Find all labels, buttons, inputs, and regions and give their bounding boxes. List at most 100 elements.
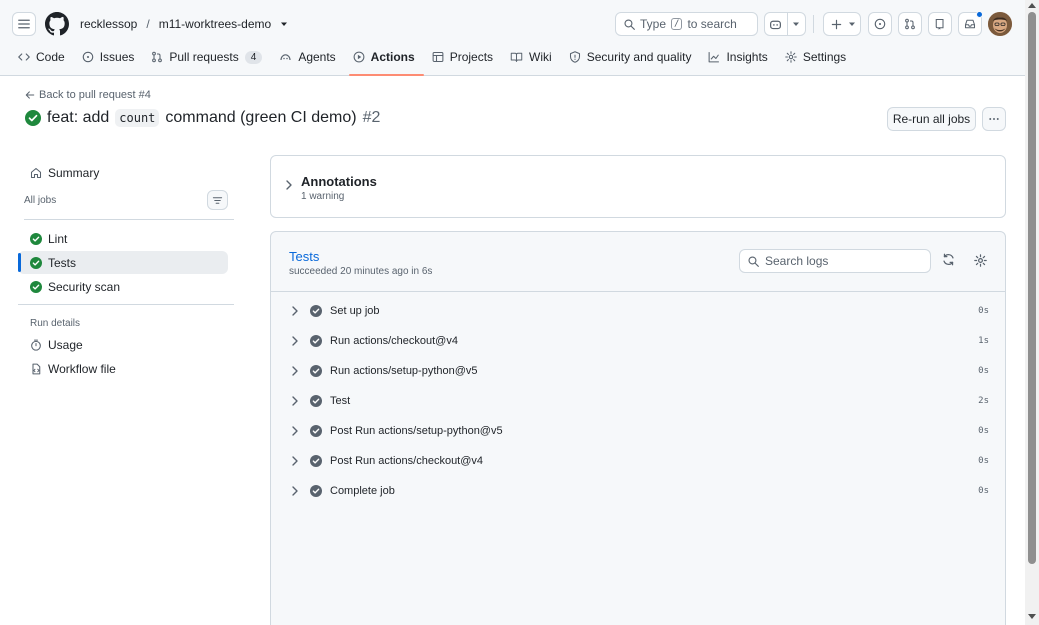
- chevron-right-icon: [286, 180, 292, 190]
- all-jobs-label: All jobs: [24, 195, 57, 206]
- tab-agents[interactable]: Agents: [279, 44, 344, 70]
- tab-wiki[interactable]: Wiki: [510, 44, 561, 70]
- log-step[interactable]: Complete job 0s: [289, 480, 989, 502]
- chevron-right-icon: [292, 426, 298, 436]
- code-icon: [18, 53, 30, 61]
- home-icon: [30, 167, 42, 178]
- copilot-button[interactable]: [764, 12, 806, 36]
- tab-label: Projects: [449, 50, 494, 64]
- tab-label: Insights: [726, 50, 768, 64]
- log-step[interactable]: Set up job 0s: [289, 300, 989, 322]
- check-circle-fill-icon: [310, 425, 322, 437]
- issue-icon: [874, 18, 886, 30]
- tab-label: Security and quality: [586, 50, 692, 64]
- tab-insights[interactable]: Insights: [708, 44, 776, 70]
- check-circle-fill-icon: [310, 395, 322, 407]
- search-icon: [748, 255, 759, 267]
- stopwatch-icon: [31, 339, 41, 351]
- menu-button[interactable]: [12, 12, 36, 36]
- pull-requests-button[interactable]: [898, 12, 922, 36]
- back-to-pull-request-link[interactable]: Back to pull request #4: [25, 89, 151, 101]
- plus-icon: [831, 19, 842, 29]
- chevron-right-icon: [292, 456, 298, 466]
- play-icon: [353, 51, 365, 63]
- log-step[interactable]: Run actions/checkout@v4 1s: [289, 330, 989, 352]
- chevron-right-icon: [292, 306, 298, 316]
- check-circle-fill-icon: [310, 305, 322, 317]
- tab-label: Settings: [802, 50, 847, 64]
- pull-request-count-badge: 4: [244, 50, 263, 64]
- scrollbar-thumb[interactable]: [1028, 12, 1036, 564]
- log-step[interactable]: Post Run actions/setup-python@v5 0s: [289, 420, 989, 442]
- breadcrumb-separator: /: [146, 17, 150, 31]
- job-name-link[interactable]: Tests: [289, 249, 319, 264]
- github-logo-icon[interactable]: [45, 12, 69, 36]
- avatar[interactable]: [988, 12, 1012, 36]
- step-duration: 0s: [978, 486, 989, 496]
- scroll-up-arrow-icon[interactable]: [1028, 2, 1036, 8]
- sidebar-job-lint[interactable]: Lint: [18, 227, 228, 250]
- tab-projects[interactable]: Projects: [432, 44, 502, 70]
- owner-link[interactable]: recklessop: [80, 17, 137, 31]
- gear-icon: [974, 254, 987, 267]
- job-log-panel: Tests succeeded 20 minutes ago in 6s Sea…: [270, 231, 1006, 625]
- create-new-button[interactable]: [823, 12, 861, 36]
- arrow-left-icon: [25, 91, 35, 99]
- step-name: Post Run actions/checkout@v4: [330, 455, 484, 467]
- scroll-down-arrow-icon[interactable]: [1028, 614, 1036, 620]
- check-circle-fill-icon: [310, 485, 322, 497]
- more-options-button[interactable]: [982, 107, 1006, 131]
- page-title: feat: add count command (green CI demo) …: [25, 109, 380, 127]
- repositories-button[interactable]: [928, 12, 952, 36]
- log-step[interactable]: Post Run actions/checkout@v4 0s: [289, 450, 989, 472]
- sidebar-job-tests[interactable]: Tests: [18, 251, 228, 274]
- refresh-logs-button[interactable]: [942, 253, 955, 266]
- sidebar-item-workflow-file[interactable]: Workflow file: [18, 357, 228, 380]
- agents-icon: [280, 54, 291, 61]
- job-log-header: Tests succeeded 20 minutes ago in 6s Sea…: [271, 232, 1005, 292]
- sidebar-divider: [18, 304, 234, 305]
- check-circle-fill-icon: [310, 335, 322, 347]
- title-prefix: feat: add: [47, 109, 110, 126]
- tab-settings[interactable]: Settings: [785, 44, 855, 70]
- caret-down-icon[interactable]: [280, 20, 288, 28]
- back-link-label: Back to pull request #4: [39, 89, 151, 101]
- tab-code[interactable]: Code: [18, 44, 74, 70]
- annotations-title: Annotations: [301, 174, 377, 189]
- filter-icon: [212, 196, 223, 204]
- chevron-right-icon: [292, 336, 298, 346]
- search-icon: [624, 18, 635, 30]
- sidebar-item-label: Usage: [48, 337, 83, 352]
- pull-request-icon: [905, 18, 915, 30]
- tab-actions[interactable]: Actions: [348, 44, 424, 76]
- filter-jobs-button[interactable]: [207, 190, 228, 210]
- annotations-panel[interactable]: Annotations 1 warning: [270, 155, 1006, 218]
- repo-link[interactable]: m11-worktrees-demo: [159, 17, 271, 31]
- tab-security-and-quality[interactable]: Security and quality: [569, 44, 701, 70]
- tab-issues[interactable]: Issues: [82, 44, 144, 70]
- tab-pull-requests[interactable]: Pull requests 4: [151, 44, 271, 70]
- repo-icon: [935, 18, 944, 30]
- log-step[interactable]: Test 2s: [289, 390, 989, 412]
- search-logs-input[interactable]: Search logs: [739, 249, 931, 273]
- step-name: Set up job: [330, 305, 380, 317]
- sidebar-job-security-scan[interactable]: Security scan: [18, 275, 228, 298]
- rerun-all-jobs-button[interactable]: Re-run all jobs: [887, 107, 976, 131]
- check-circle-fill-icon: [30, 232, 42, 245]
- table-icon: [432, 51, 444, 63]
- job-status-text: succeeded 20 minutes ago in 6s: [289, 266, 433, 277]
- app-header: recklessop / m11-worktrees-demo Type / t…: [0, 0, 1025, 76]
- issues-button[interactable]: [868, 12, 892, 36]
- chevron-right-icon: [292, 366, 298, 376]
- step-name: Test: [330, 395, 351, 407]
- chevron-down-icon: [793, 22, 799, 26]
- log-settings-button[interactable]: [974, 254, 987, 267]
- chevron-down-icon: [849, 22, 855, 26]
- file-code-icon: [32, 363, 41, 374]
- sidebar-item-usage[interactable]: Usage: [18, 333, 228, 356]
- sidebar-item-summary[interactable]: Summary: [18, 161, 228, 184]
- issue-icon: [82, 51, 93, 63]
- run-number: #2: [362, 109, 381, 126]
- global-search[interactable]: Type / to search: [615, 12, 758, 36]
- log-step[interactable]: Run actions/setup-python@v5 0s: [289, 360, 989, 382]
